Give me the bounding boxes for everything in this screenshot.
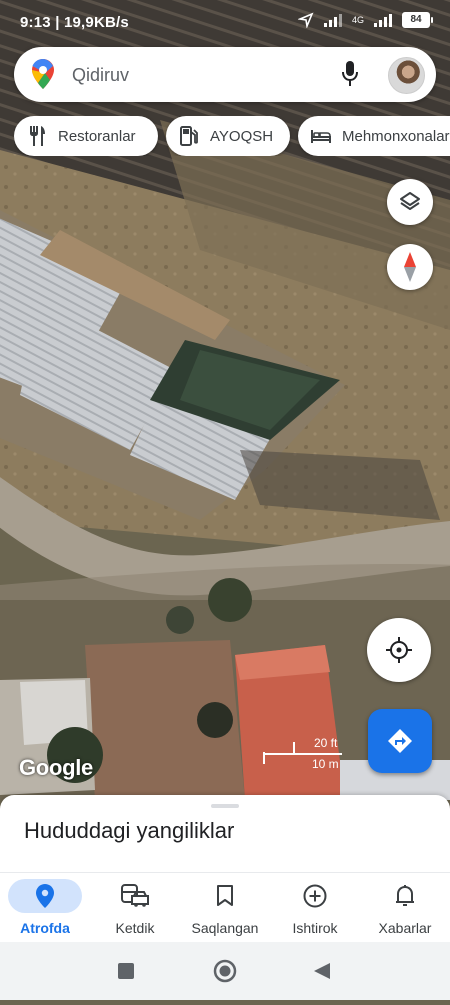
add-circle-icon <box>303 884 327 908</box>
nav-label: Atrofda <box>20 920 70 936</box>
crosshair-icon <box>386 637 412 663</box>
signal-icon <box>323 14 342 27</box>
layers-icon <box>400 192 420 210</box>
network-speed-text: 19,9KB/s <box>63 14 129 31</box>
nav-go[interactable]: Ketdik <box>90 873 180 943</box>
system-nav-buttons <box>118 959 330 983</box>
nav-explore-pill <box>8 879 82 913</box>
gas-station-icon <box>178 125 200 147</box>
nav-label: Ishtirok <box>292 920 338 936</box>
status-icons: 4G 84 <box>297 12 433 28</box>
nav-contribute[interactable]: Ishtirok <box>270 873 360 943</box>
chip-label: Restoranlar <box>58 127 136 145</box>
bed-icon <box>310 125 332 147</box>
status-time: 9:13 | 19,9KB/s <box>20 14 129 31</box>
chip-label: Mehmonxonalar <box>342 127 450 145</box>
nav-saved-pill <box>188 879 262 913</box>
account-avatar[interactable] <box>388 57 425 94</box>
google-maps-pin-icon <box>32 59 54 89</box>
fork-knife-icon <box>26 125 48 147</box>
compass-icon <box>404 252 416 282</box>
search-bar[interactable]: Qidiruv <box>14 47 436 102</box>
nav-label: Ketdik <box>115 920 155 936</box>
microphone-icon[interactable] <box>342 61 358 87</box>
scale-meters: 10 m <box>312 757 339 771</box>
clock-text: 9:13 <box>20 14 51 31</box>
commute-icon <box>121 884 149 907</box>
directions-button[interactable] <box>368 709 432 773</box>
location-pin-icon <box>36 884 54 908</box>
signal-icon-2 <box>374 14 392 27</box>
nav-go-pill <box>98 879 172 913</box>
drag-handle[interactable] <box>211 804 239 808</box>
bookmark-icon <box>217 885 233 906</box>
bottom-navigation: Atrofda Ketdik Saqlangan Ishtirok Xabarl… <box>0 872 450 943</box>
system-navigation-bar <box>0 942 450 1000</box>
status-bar: 9:13 | 19,9KB/s 4G 84 <box>0 0 450 46</box>
nav-label: Xabarlar <box>378 920 432 936</box>
layers-button[interactable] <box>387 179 433 225</box>
recents-icon[interactable] <box>118 963 134 979</box>
bell-icon <box>396 885 414 906</box>
category-chips: Restoranlar AYOQSH Mehmonxonalar <box>14 116 450 156</box>
bottom-sheet[interactable]: Hududdagi yangiliklar <box>0 795 450 875</box>
nav-explore[interactable]: Atrofda <box>0 873 90 943</box>
chip-restaurants[interactable]: Restoranlar <box>14 116 158 156</box>
chip-hotels[interactable]: Mehmonxonalar <box>298 116 450 156</box>
back-icon[interactable] <box>314 963 330 979</box>
directions-icon <box>388 729 412 753</box>
nav-label: Saqlangan <box>191 920 259 936</box>
nav-updates[interactable]: Xabarlar <box>360 873 450 943</box>
network-type: 4G <box>351 14 364 25</box>
google-attribution: Google <box>19 755 93 780</box>
chip-gas-stations[interactable]: AYOQSH <box>166 116 290 156</box>
map-scale: 20 ft 10 m <box>262 734 344 772</box>
scale-feet: 20 ft <box>314 736 338 750</box>
location-arrow-icon <box>297 12 314 28</box>
my-location-button[interactable] <box>367 618 431 682</box>
sheet-title: Hududdagi yangiliklar <box>24 818 235 843</box>
search-input[interactable]: Qidiruv <box>72 65 129 86</box>
chip-label: AYOQSH <box>210 127 274 145</box>
compass-button[interactable] <box>387 244 433 290</box>
nav-saved[interactable]: Saqlangan <box>180 873 270 943</box>
nav-contribute-pill <box>278 879 352 913</box>
nav-updates-pill <box>368 879 442 913</box>
battery-icon: 84 <box>402 12 433 28</box>
